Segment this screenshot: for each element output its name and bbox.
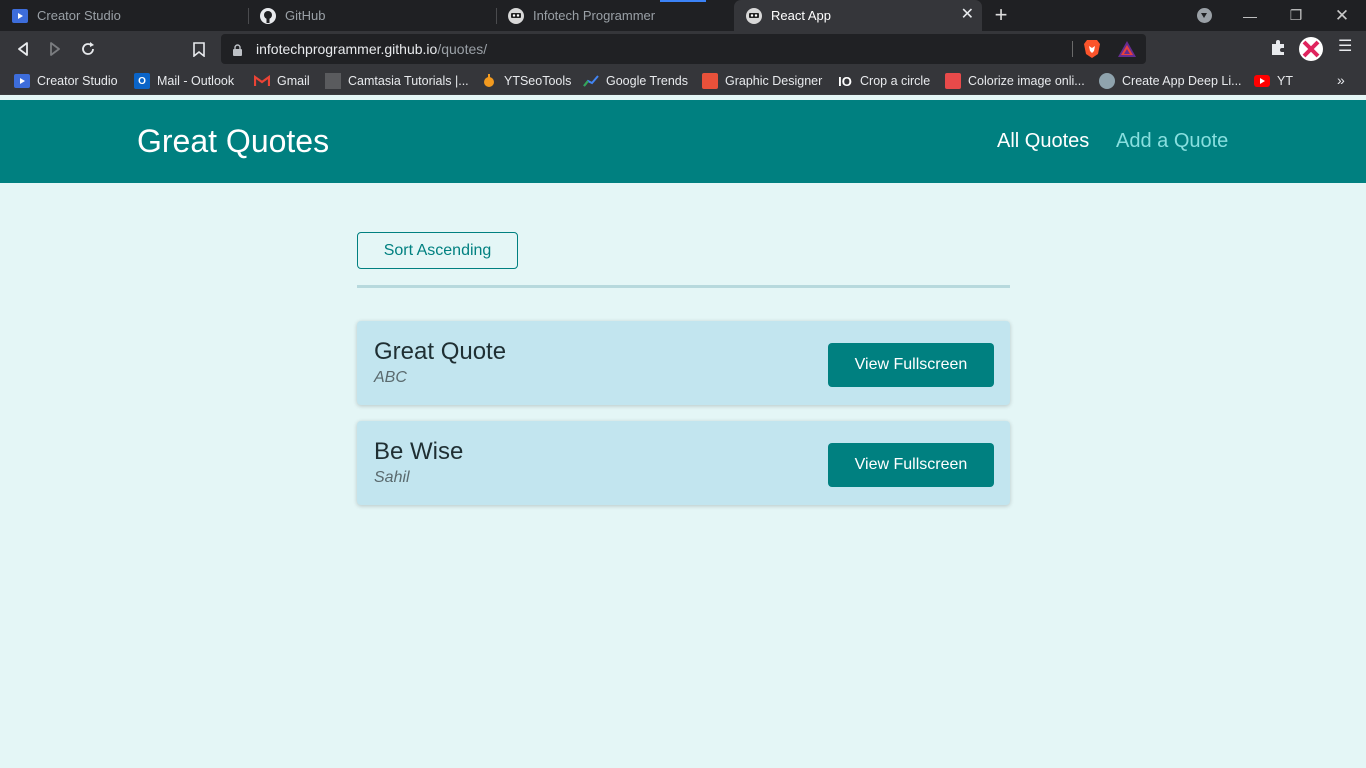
bookmark-item[interactable]: Create App Deep Li... [1099, 73, 1242, 89]
more-bookmarks-icon[interactable]: » [1337, 72, 1345, 88]
nav-all-quotes[interactable]: All Quotes [997, 130, 1089, 153]
brave-rewards-icon[interactable] [1117, 40, 1137, 63]
colorize-icon [945, 73, 961, 89]
bookmark-icon [193, 41, 205, 57]
tab-loading-indicator [660, 0, 706, 2]
bookmark-item[interactable]: Google Trends [583, 73, 688, 89]
quote-text: Great Quote [374, 338, 507, 365]
google-trends-icon [583, 73, 599, 89]
tab-github[interactable]: GitHub [248, 0, 496, 31]
bookmark-item[interactable]: YT [1254, 73, 1293, 89]
bookmark-item[interactable]: YTSeoTools [481, 73, 571, 89]
infotech-icon [746, 7, 762, 24]
quote-item: Be Wise Sahil View Fullscreen [357, 421, 1010, 505]
new-tab-button[interactable]: + [990, 4, 1012, 26]
creator-studio-icon [14, 73, 30, 89]
sort-divider [357, 285, 1010, 288]
browser-tab-strip: Creator Studio GitHub Infotech Programme… [0, 0, 1366, 31]
tab-title: Creator Studio [37, 8, 121, 23]
app-header: Great Quotes All Quotes Add a Quote [0, 100, 1366, 183]
bookmark-label: Camtasia Tutorials |... [348, 74, 469, 88]
nav-add-quote[interactable]: Add a Quote [1116, 130, 1228, 153]
gmail-icon [254, 73, 270, 89]
address-bar[interactable]: infotechprogrammer.github.io/quotes/ [221, 34, 1146, 64]
bookmark-label: Create App Deep Li... [1122, 74, 1242, 88]
bookmark-label: YT [1277, 74, 1293, 88]
restore-button[interactable]: ❐ [1273, 0, 1319, 31]
outlook-icon: O [134, 73, 150, 89]
bookmark-button[interactable] [187, 37, 211, 61]
browser-menu-icon[interactable]: ☰ [1338, 39, 1352, 55]
bookmark-item[interactable]: Camtasia Tutorials |... [325, 73, 469, 89]
url-host: infotechprogrammer.github.io [256, 41, 438, 57]
sort-button[interactable]: Sort Ascending [357, 232, 518, 269]
browser-toolbar: infotechprogrammer.github.io/quotes/ ☰ [0, 31, 1366, 67]
bookmark-item[interactable]: O Mail - Outlook [134, 73, 234, 89]
bookmark-item[interactable]: Graphic Designer [702, 73, 822, 89]
forward-button[interactable] [43, 37, 67, 61]
tab-infotech-programmer[interactable]: Infotech Programmer [496, 0, 734, 31]
back-icon [18, 42, 28, 56]
profile-avatar[interactable] [1299, 37, 1323, 66]
minimize-button[interactable]: — [1227, 0, 1273, 31]
view-fullscreen-button[interactable]: View Fullscreen [828, 343, 994, 387]
tab-creator-studio[interactable]: Creator Studio [0, 0, 248, 31]
quote-text: Be Wise [374, 438, 464, 465]
brave-shields-icon[interactable] [1083, 39, 1101, 64]
quote-author: Sahil [374, 469, 410, 486]
bookmark-label: Creator Studio [37, 74, 118, 88]
github-icon [260, 7, 276, 24]
bookmark-label: Mail - Outlook [157, 74, 235, 88]
quote-author: ABC [374, 369, 407, 386]
youtube-icon [1254, 73, 1270, 89]
graphic-designer-icon [702, 73, 718, 89]
bookmark-label: YTSeoTools [504, 74, 572, 88]
view-fullscreen-button[interactable]: View Fullscreen [828, 443, 994, 487]
infotech-icon [508, 7, 524, 24]
tab-react-app[interactable]: React App ✕ [734, 0, 982, 31]
camtasia-icon [325, 73, 341, 89]
bookmark-item[interactable]: Gmail [254, 73, 310, 89]
close-tab-icon[interactable]: ✕ [961, 7, 974, 23]
bookmark-label: Google Trends [606, 74, 688, 88]
bookmark-item[interactable]: Creator Studio [14, 73, 118, 89]
bookmark-item[interactable]: Colorize image onli... [945, 73, 1085, 89]
bookmark-label: Crop a circle [860, 74, 931, 88]
tab-title: GitHub [285, 8, 326, 23]
tab-title: Infotech Programmer [533, 8, 656, 23]
extensions-icon[interactable] [1270, 39, 1287, 61]
omnibox-divider [1072, 41, 1073, 57]
url-path: /quotes/ [437, 41, 488, 57]
close-window-button[interactable]: ✕ [1319, 0, 1365, 31]
reload-button[interactable] [76, 37, 100, 61]
creator-studio-icon [12, 8, 28, 24]
deep-link-icon [1099, 73, 1115, 89]
bookmarks-bar: Creator Studio O Mail - Outlook Gmail Ca… [0, 67, 1366, 95]
app-logo: Great Quotes [137, 123, 330, 159]
url-text: infotechprogrammer.github.io/quotes/ [256, 41, 487, 57]
tab-search-icon[interactable] [1197, 8, 1212, 23]
lock-icon [233, 43, 242, 61]
back-button[interactable] [11, 37, 35, 61]
forward-icon [50, 42, 60, 56]
bookmark-label: Gmail [277, 74, 310, 88]
tab-title: React App [771, 8, 831, 23]
reload-icon [82, 42, 94, 55]
bookmark-label: Graphic Designer [725, 74, 823, 88]
quote-item: Great Quote ABC View Fullscreen [357, 321, 1010, 405]
crop-circle-icon: IO [838, 73, 852, 89]
ytseotools-icon [481, 73, 497, 89]
bookmark-label: Colorize image onli... [968, 74, 1085, 88]
bookmark-item[interactable]: IO Crop a circle [837, 73, 930, 89]
